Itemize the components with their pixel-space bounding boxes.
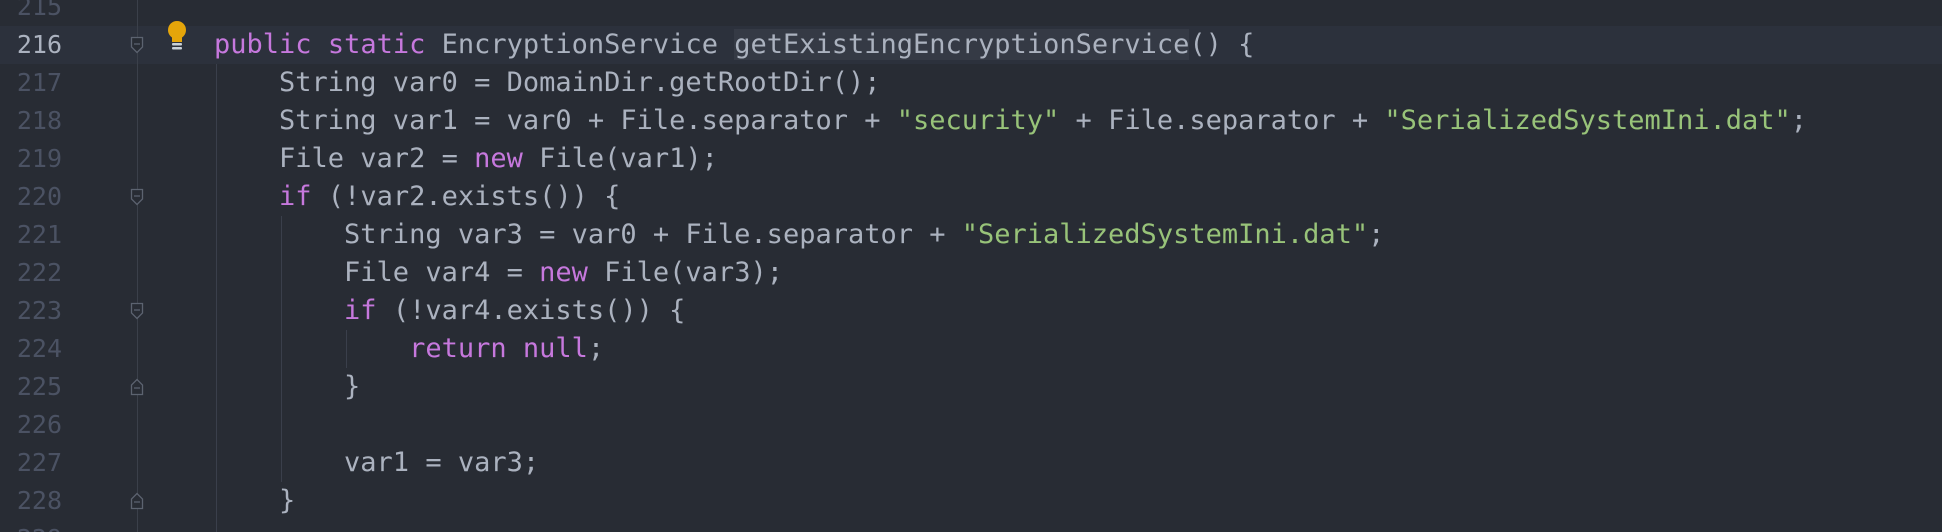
line-number: 215 bbox=[16, 0, 62, 21]
line-number: 222 bbox=[16, 258, 62, 287]
code-line[interactable]: 216 public static EncryptionService getEx… bbox=[0, 26, 1942, 64]
indent-guide bbox=[216, 64, 217, 532]
code-text[interactable]: String var0 = DomainDir.getRootDir(); bbox=[214, 64, 880, 102]
fold-open-icon[interactable] bbox=[130, 188, 144, 206]
line-number: 229 bbox=[0, 520, 62, 532]
code-line[interactable]: 217 String var0 = DomainDir.getRootDir()… bbox=[0, 64, 1942, 102]
gutter-divider bbox=[137, 0, 138, 532]
code-text[interactable]: File var4 = new File(var3); bbox=[214, 254, 783, 292]
code-line[interactable]: 222 File var4 = new File(var3); bbox=[0, 254, 1942, 292]
code-line[interactable]: 223 if (!var4.exists()) { bbox=[0, 292, 1942, 330]
code-line[interactable]: 226 bbox=[0, 406, 1942, 444]
code-line[interactable]: 220 if (!var2.exists()) { bbox=[0, 178, 1942, 216]
code-text[interactable]: var1 = var3; bbox=[214, 444, 539, 482]
line-number: 224 bbox=[16, 334, 62, 363]
lightbulb-icon[interactable] bbox=[165, 20, 189, 52]
code-line[interactable]: 219 File var2 = new File(var1); bbox=[0, 140, 1942, 178]
code-text[interactable]: if (!var4.exists()) { bbox=[214, 292, 685, 330]
fold-close-icon[interactable] bbox=[130, 492, 144, 510]
line-number: 219 bbox=[16, 144, 62, 173]
indent-guide bbox=[346, 330, 347, 368]
line-number: 223 bbox=[16, 296, 62, 325]
code-text[interactable]: File var2 = new File(var1); bbox=[214, 140, 718, 178]
code-text[interactable]: String var3 = var0 + File.separator + "S… bbox=[214, 216, 1384, 254]
line-number: 221 bbox=[16, 220, 62, 249]
code-text[interactable]: return null; bbox=[214, 330, 604, 368]
code-line[interactable]: 227 var1 = var3; bbox=[0, 444, 1942, 482]
line-number: 227 bbox=[16, 448, 62, 477]
code-editor[interactable]: 215 216 public static EncryptionService ge… bbox=[0, 0, 1942, 532]
code-line[interactable]: 221 String var3 = var0 + File.separator … bbox=[0, 216, 1942, 254]
code-line[interactable]: 228 } bbox=[0, 482, 1942, 520]
line-number: 225 bbox=[16, 372, 62, 401]
indent-guide bbox=[281, 216, 282, 482]
line-number: 220 bbox=[16, 182, 62, 211]
code-line[interactable]: 229 bbox=[0, 520, 1942, 532]
code-line[interactable]: 215 bbox=[0, 0, 1942, 26]
code-line[interactable]: 218 String var1 = var0 + File.separator … bbox=[0, 102, 1942, 140]
fold-open-icon[interactable] bbox=[130, 302, 144, 320]
line-number: 216 bbox=[16, 30, 62, 59]
fold-open-icon[interactable] bbox=[130, 36, 144, 54]
code-text[interactable]: public static EncryptionService getExist… bbox=[214, 26, 1254, 64]
code-text[interactable]: if (!var2.exists()) { bbox=[214, 178, 620, 216]
line-number: 217 bbox=[16, 68, 62, 97]
code-line[interactable]: 224 return null; bbox=[0, 330, 1942, 368]
fold-close-icon[interactable] bbox=[130, 378, 144, 396]
code-text[interactable]: } bbox=[214, 368, 360, 406]
line-number: 218 bbox=[16, 106, 62, 135]
line-number: 226 bbox=[16, 410, 62, 439]
code-line[interactable]: 225 } bbox=[0, 368, 1942, 406]
line-number: 228 bbox=[16, 486, 62, 515]
code-text[interactable]: } bbox=[214, 482, 295, 520]
code-text[interactable]: String var1 = var0 + File.separator + "s… bbox=[214, 102, 1807, 140]
